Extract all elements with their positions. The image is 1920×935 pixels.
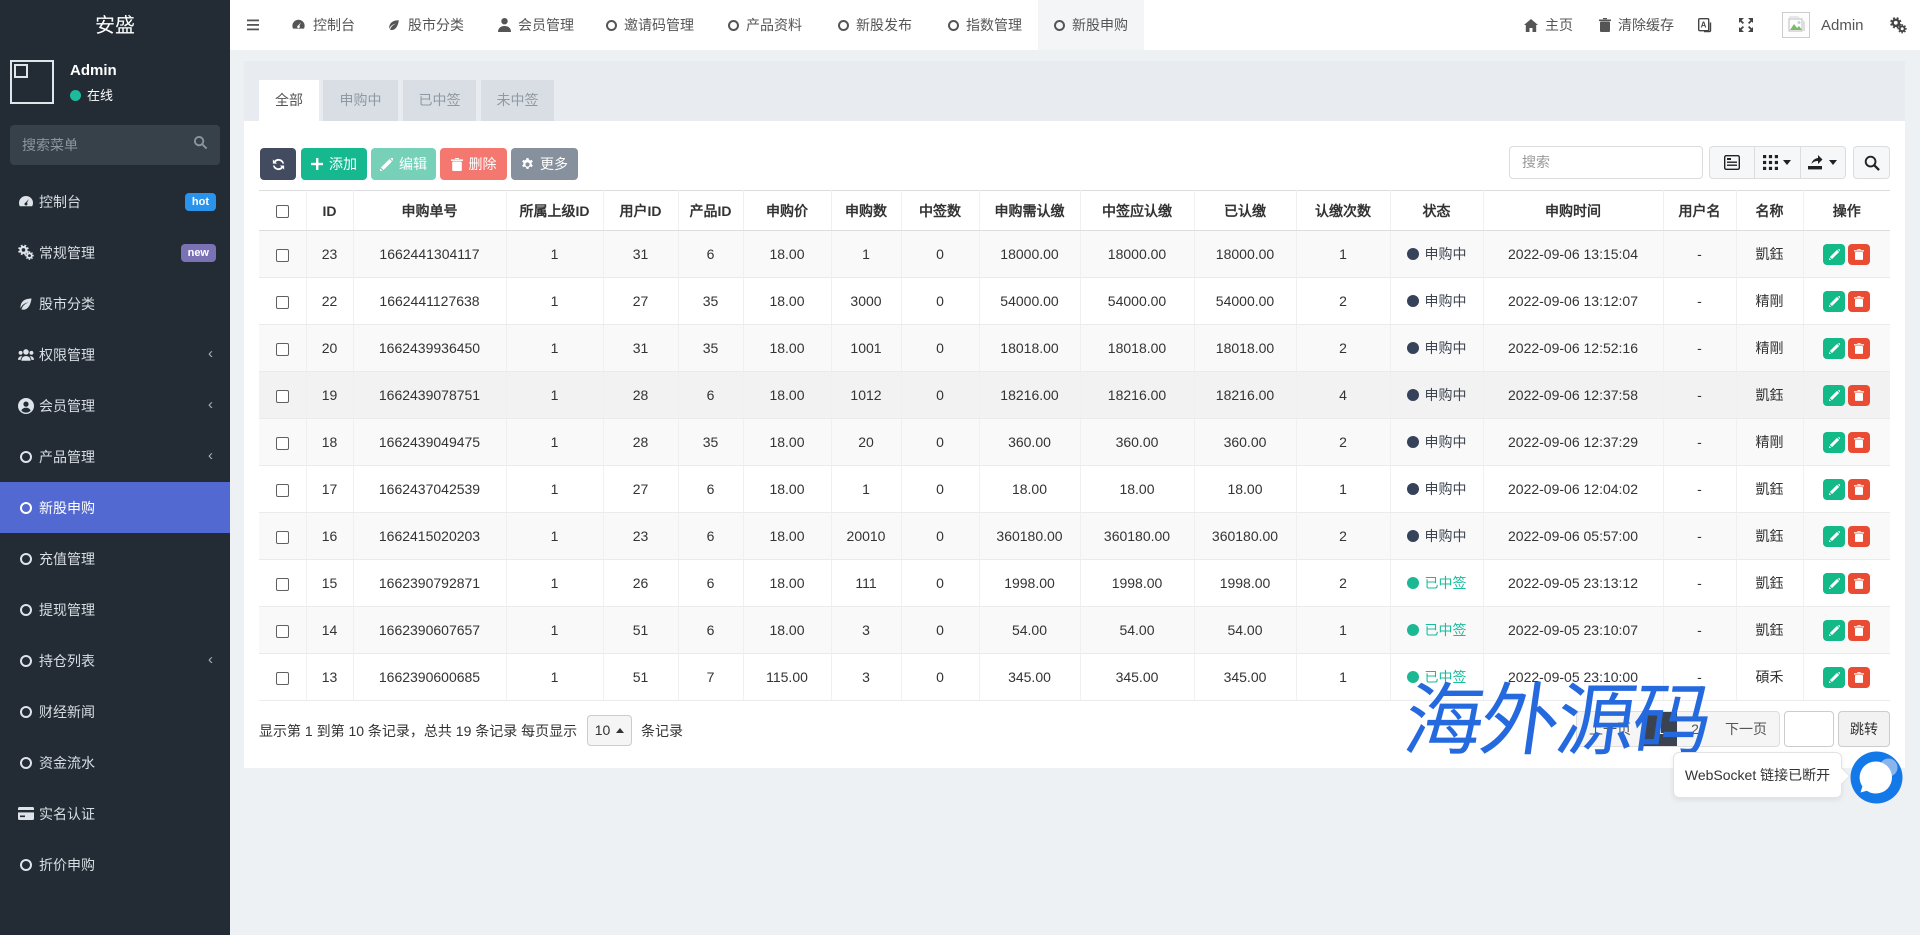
- svg-text:A: A: [1701, 20, 1707, 29]
